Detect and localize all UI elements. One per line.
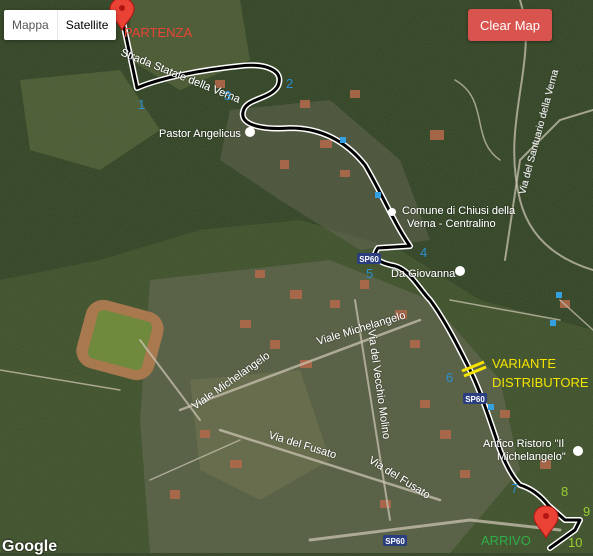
church-icon	[245, 127, 255, 137]
waypoint-3: 3	[224, 88, 231, 103]
map-type-toggle: Mappa Satellite	[4, 10, 117, 40]
poi-label: Michelangelo"	[497, 451, 566, 463]
waypoint-1: 1	[138, 97, 145, 112]
svg-text:VARIANTE: VARIANTE	[492, 356, 556, 371]
poi-label: Comune di Chiusi della	[402, 205, 516, 217]
bus-icon	[340, 137, 346, 143]
pin-icon	[388, 208, 396, 216]
google-logo: Google	[2, 538, 58, 555]
poi-label: Pastor Angelicus	[159, 128, 241, 140]
waypoint-6: 6	[446, 370, 453, 385]
end-label: ARRIVO	[481, 533, 531, 548]
poi-label: Da Giovanna	[391, 268, 456, 280]
map-type-satellite-button[interactable]: Satellite	[56, 10, 117, 40]
waypoint-4: 4	[420, 245, 427, 260]
waypoint-7: 7	[511, 481, 518, 496]
waypoint-10: 10	[568, 535, 582, 550]
waypoint-9: 9	[583, 504, 590, 519]
start-label: PARTENZA	[124, 25, 192, 40]
bus-icon	[375, 192, 381, 198]
map-type-mappa-button[interactable]: Mappa	[4, 10, 57, 40]
satellite-map[interactable]: SP60 SP60 SP60 Strada Statale della Vern…	[0, 0, 593, 553]
restaurant-icon	[455, 266, 465, 276]
restaurant-icon	[573, 446, 583, 456]
bus-icon	[556, 292, 562, 298]
clear-map-button[interactable]: Clear Map	[468, 9, 552, 41]
road-shield-sp60: SP60	[385, 537, 405, 546]
bus-icon	[488, 404, 494, 410]
bus-icon	[550, 320, 556, 326]
poi-label: Antico Ristoro "Il	[483, 438, 564, 450]
road-shield-sp60: SP60	[465, 395, 485, 404]
waypoint-5: 5	[366, 266, 373, 281]
waypoint-8: 8	[561, 484, 568, 499]
waypoint-2: 2	[286, 76, 293, 91]
poi-label: Verna - Centralino	[407, 218, 496, 230]
road-shield-sp60: SP60	[359, 255, 379, 264]
svg-text:DISTRIBUTORE: DISTRIBUTORE	[492, 375, 589, 390]
